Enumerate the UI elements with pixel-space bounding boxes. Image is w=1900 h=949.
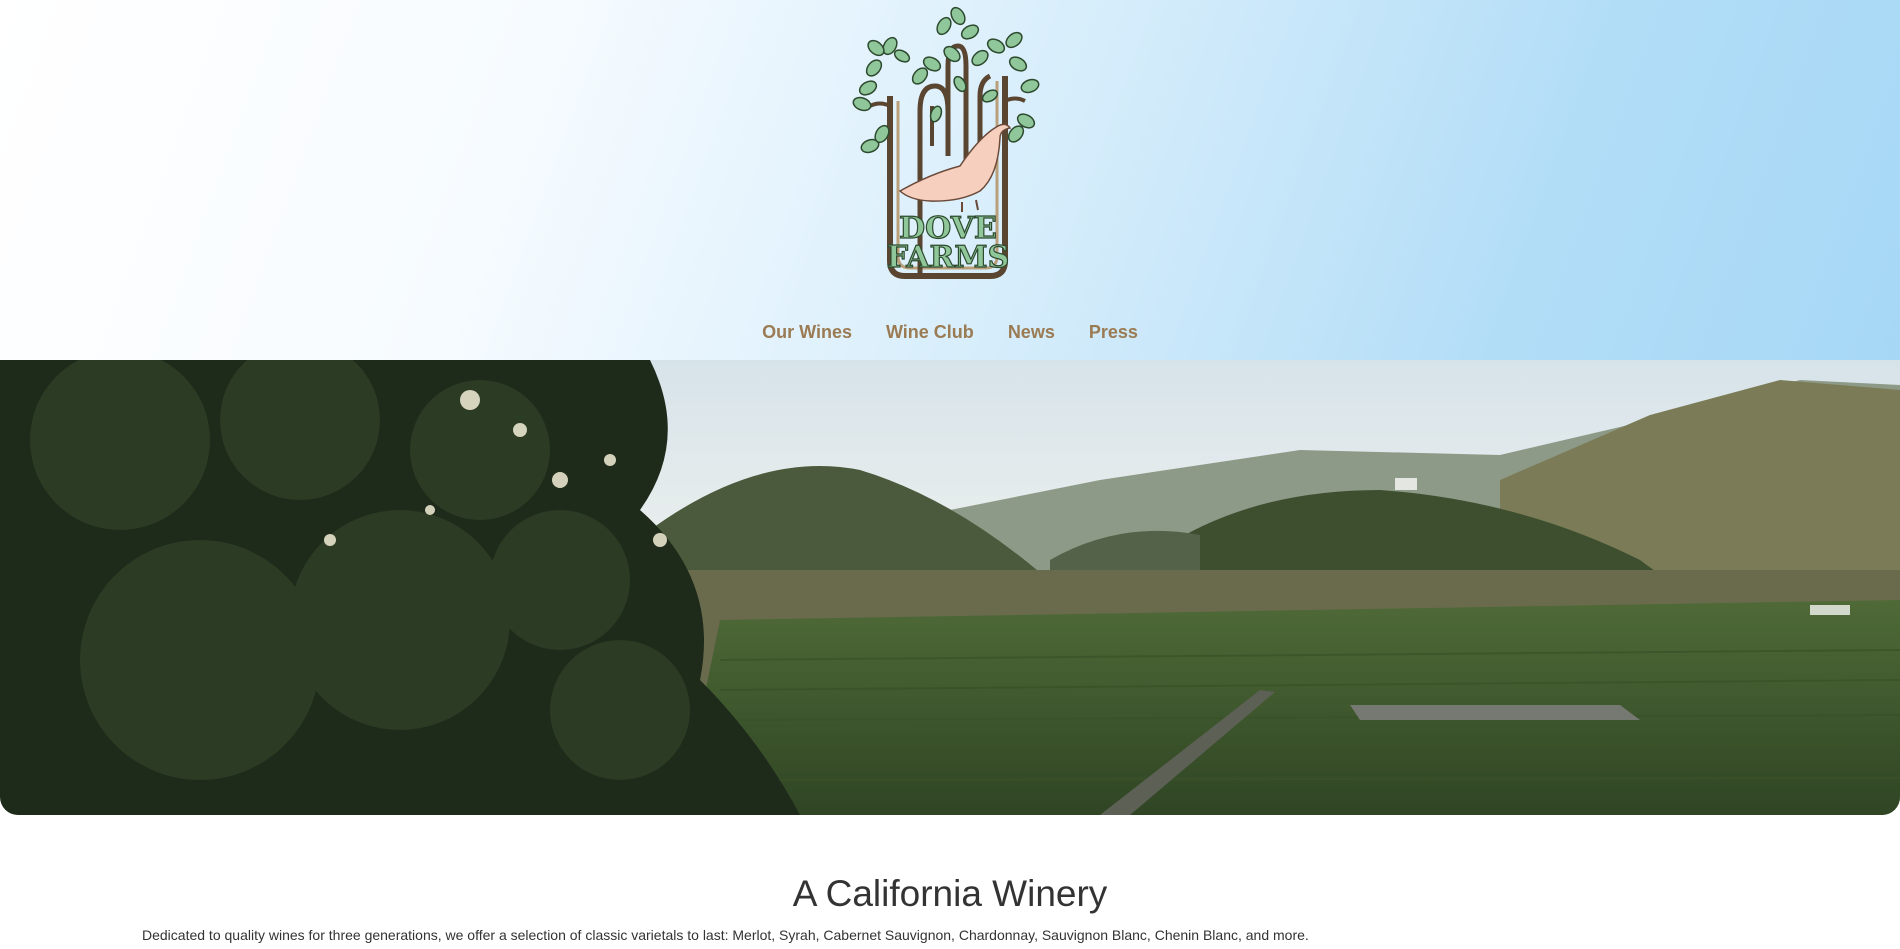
dove-farms-logo[interactable]: DOVE FARMS <box>840 6 1060 286</box>
nav-our-wines[interactable]: Our Wines <box>762 322 852 343</box>
page-title: A California Winery <box>792 873 1108 914</box>
vineyard-landscape-photo-icon <box>0 360 1900 815</box>
logo-line-2: FARMS <box>887 240 1010 275</box>
nav-news[interactable]: News <box>1008 322 1055 343</box>
hero-image <box>0 360 1900 815</box>
dove-farms-logo-icon: DOVE FARMS <box>852 6 1040 279</box>
nav-press[interactable]: Press <box>1089 322 1138 343</box>
site-header: DOVE FARMS Our Wines Wine Club News Pres… <box>0 0 1900 360</box>
intro-text: Dedicated to quality wines for three gen… <box>142 927 1309 943</box>
nav-wine-club[interactable]: Wine Club <box>886 322 974 343</box>
main-nav: Our Wines Wine Club News Press <box>0 322 1900 343</box>
